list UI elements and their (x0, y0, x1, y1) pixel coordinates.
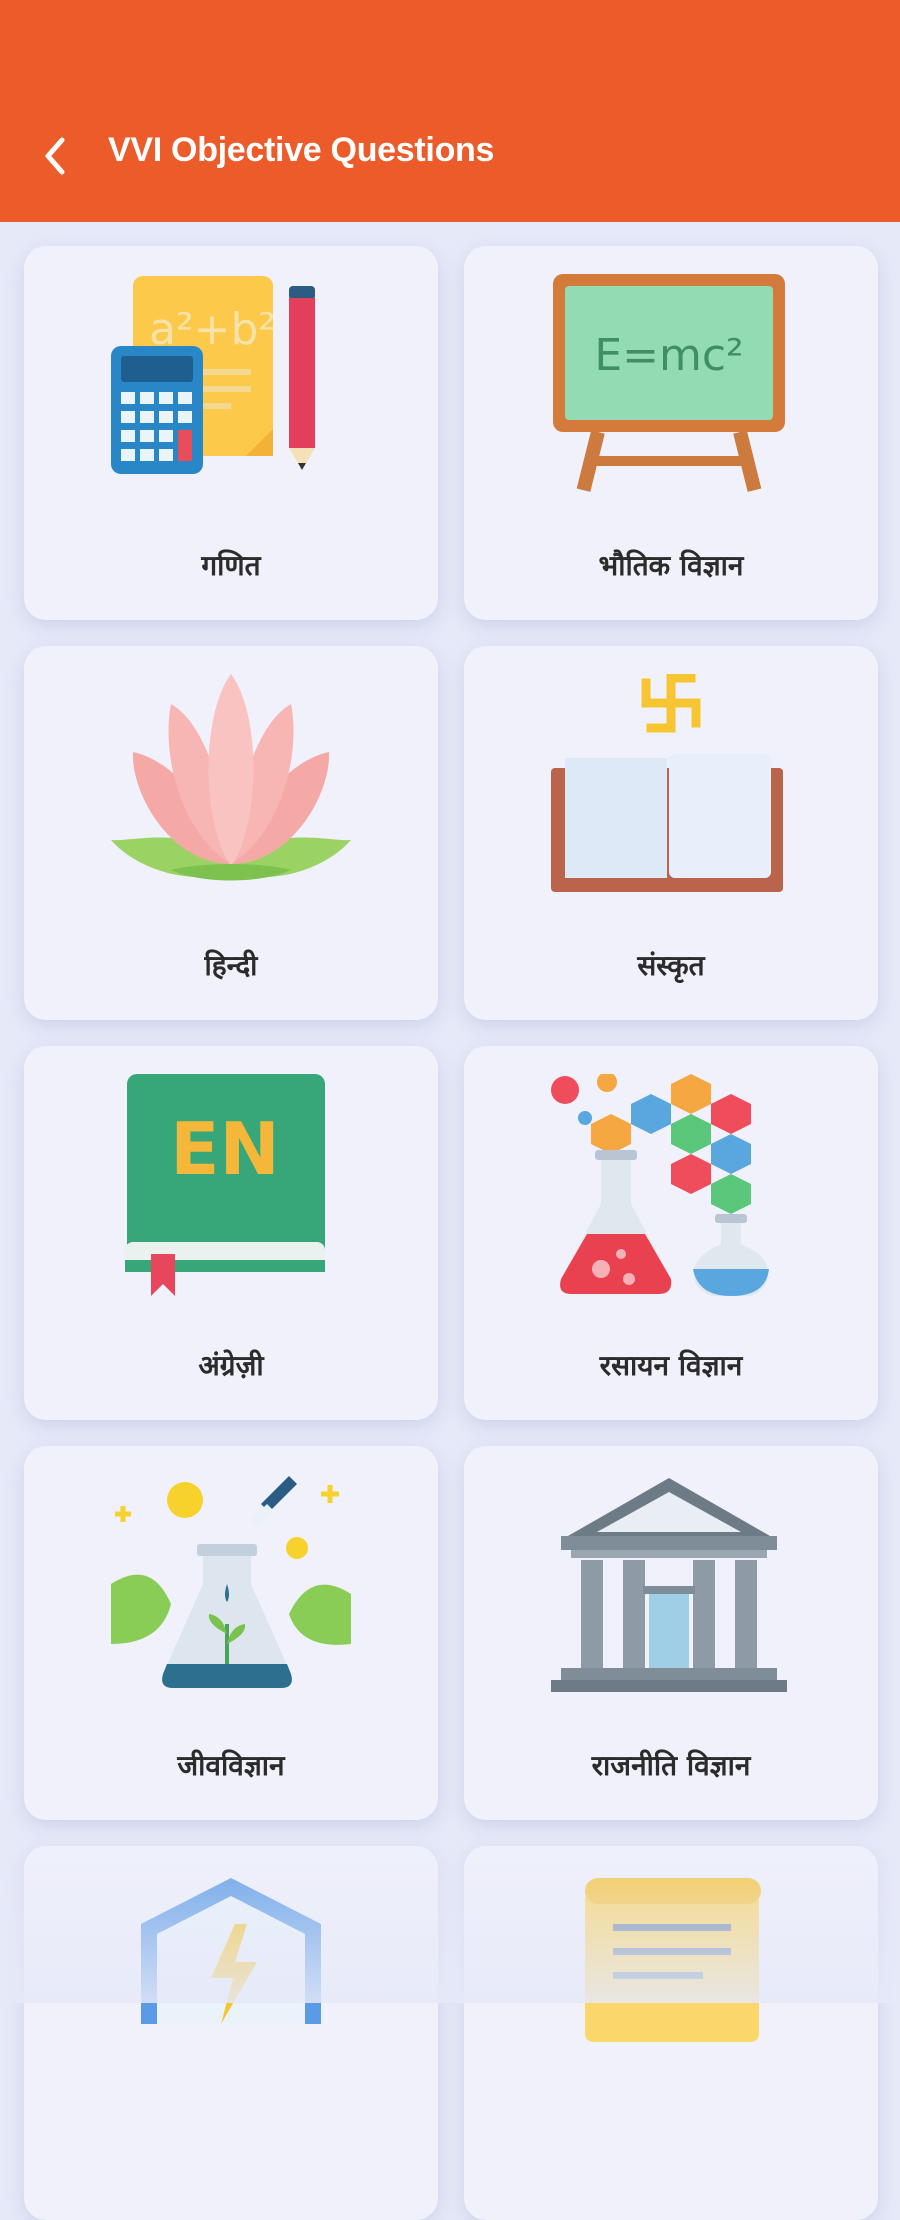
subject-card-sanskrit[interactable]: संस्कृत (464, 646, 878, 1020)
swastika-book-icon (551, 674, 783, 892)
physics-blackboard-icon: E=mc² (553, 274, 785, 492)
subject-card-math[interactable]: a²+b² गणित (24, 246, 438, 620)
lotus-icon (111, 674, 351, 881)
biology-flask-leaves-icon (111, 1476, 351, 1688)
subject-card-10[interactable] (464, 1846, 878, 2220)
subject-card-biology[interactable]: जीवविज्ञान (24, 1446, 438, 1820)
page-title: VVI Objective Questions (108, 131, 495, 169)
scroll-document-icon (585, 1878, 761, 2042)
subject-label: संस्कृत (637, 949, 705, 982)
math-calculator-icon: a²+b² (111, 276, 315, 474)
subject-card-political-science[interactable]: राजनीति विज्ञान (464, 1446, 878, 1820)
subject-label: अंग्रेज़ी (198, 1349, 264, 1382)
subject-card-english[interactable]: EN अंग्रेज़ी (24, 1046, 438, 1420)
app-bar: VVI Objective Questions (0, 0, 900, 222)
formula-text: E=mc² (594, 330, 743, 381)
subject-label: राजनीति विज्ञान (591, 1749, 751, 1782)
subject-label: जीवविज्ञान (177, 1749, 285, 1782)
subject-card-physics[interactable]: E=mc² भौतिक विज्ञान (464, 246, 878, 620)
subject-label: भौतिक विज्ञान (598, 549, 744, 582)
subject-label: रसायन विज्ञान (599, 1349, 743, 1382)
back-chevron-icon (45, 137, 65, 175)
english-book-icon: EN (125, 1074, 325, 1296)
back-button[interactable] (30, 128, 80, 184)
subject-label: गणित (201, 549, 261, 582)
electricity-shield-icon (141, 1878, 321, 2024)
subject-label: हिन्दी (204, 949, 258, 982)
english-badge-text: EN (170, 1107, 279, 1191)
chemistry-flask-icon (551, 1074, 769, 1296)
government-building-icon (551, 1478, 787, 1692)
subject-card-hindi[interactable]: हिन्दी (24, 646, 438, 1020)
subject-card-chemistry[interactable]: रसायन विज्ञान (464, 1046, 878, 1420)
subject-grid: a²+b² गणित E=mc² भौतिक विज्ञान हिन्दी सं… (0, 222, 900, 2220)
subject-card-9[interactable] (24, 1846, 438, 2220)
